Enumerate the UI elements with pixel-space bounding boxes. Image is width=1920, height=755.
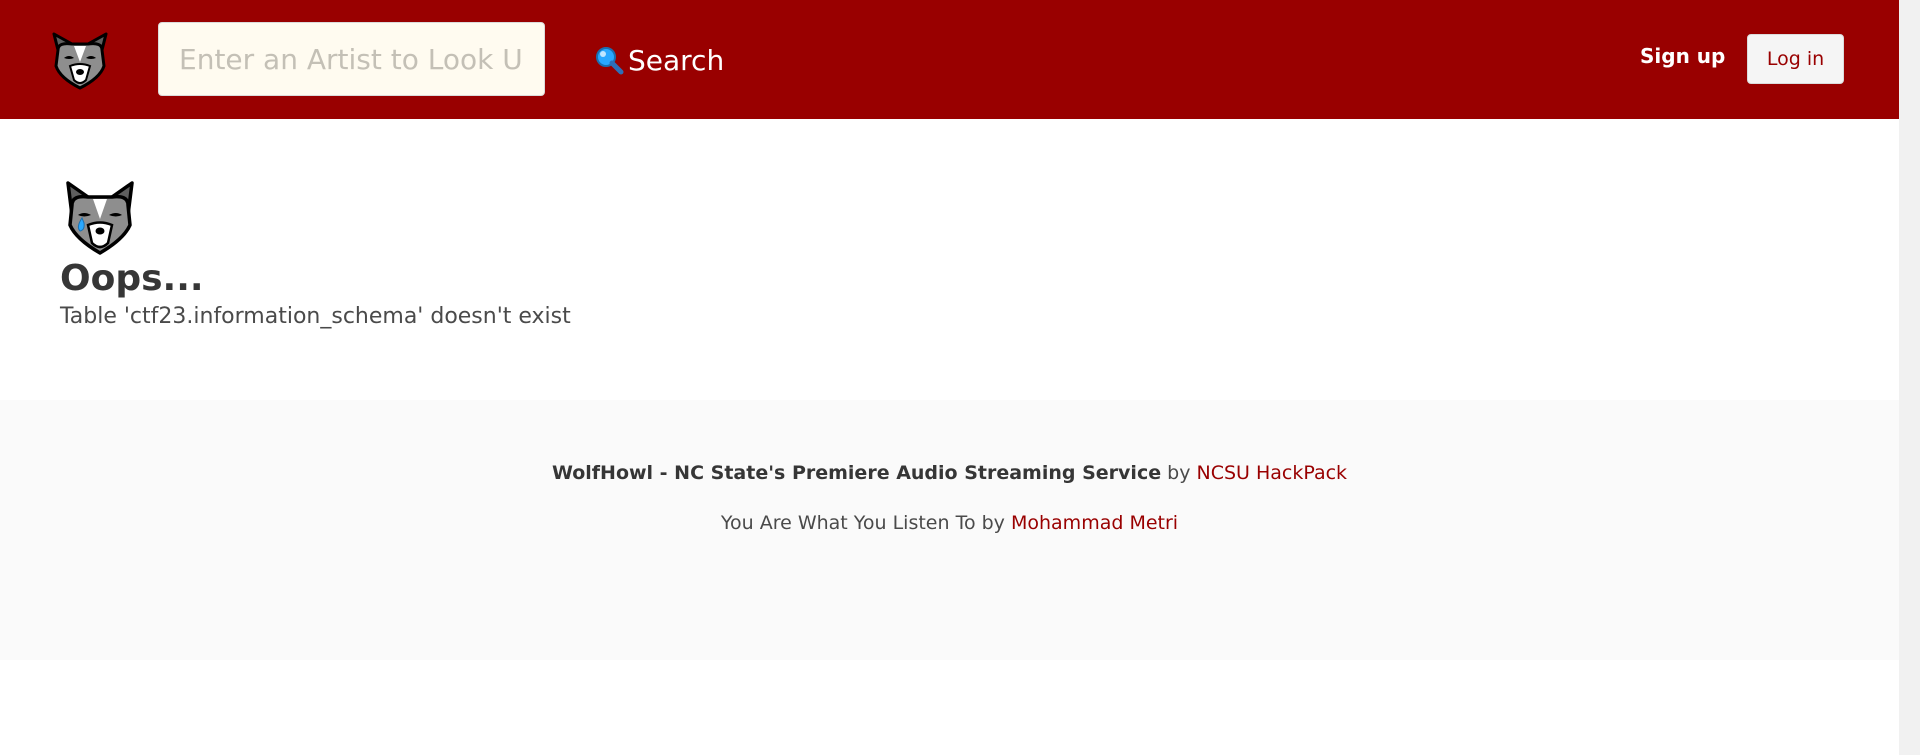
error-message: Table 'ctf23.information_schema' doesn't… <box>60 304 571 329</box>
navbar: Search Sign up Log in <box>0 0 1899 119</box>
page: Search Sign up Log in Oops... Table 'ctf… <box>0 0 1920 755</box>
wolf-face-icon <box>52 32 108 90</box>
hackpack-link[interactable]: NCSU HackPack <box>1197 462 1348 484</box>
footer-credits: WolfHowl - NC State's Premiere Audio Str… <box>0 462 1899 484</box>
author-link[interactable]: Mohammad Metri <box>1011 512 1178 534</box>
home-logo-link[interactable] <box>44 22 116 94</box>
footer-by-text: by <box>1167 462 1191 484</box>
footer: WolfHowl - NC State's Premiere Audio Str… <box>0 400 1899 660</box>
service-name: WolfHowl - NC State's Premiere Audio Str… <box>551 462 1162 484</box>
page-scrollbar[interactable] <box>1899 0 1920 755</box>
tagline-text: You Are What You Listen To <box>720 512 976 534</box>
footer-tagline: You Are What You Listen To by Mohammad M… <box>0 512 1899 534</box>
error-section: Oops... Table 'ctf23.information_schema'… <box>60 175 960 333</box>
log-in-button[interactable]: Log in <box>1747 34 1844 84</box>
footer-by-text-2: by <box>981 512 1005 534</box>
magnifying-glass-icon <box>596 47 624 75</box>
artist-search-input[interactable] <box>158 22 545 96</box>
sign-up-link[interactable]: Sign up <box>1640 44 1725 68</box>
crying-wolf-icon <box>66 181 134 255</box>
search-button-label: Search <box>628 43 725 77</box>
error-title: Oops... <box>60 258 204 299</box>
search-button[interactable]: Search <box>590 36 728 84</box>
